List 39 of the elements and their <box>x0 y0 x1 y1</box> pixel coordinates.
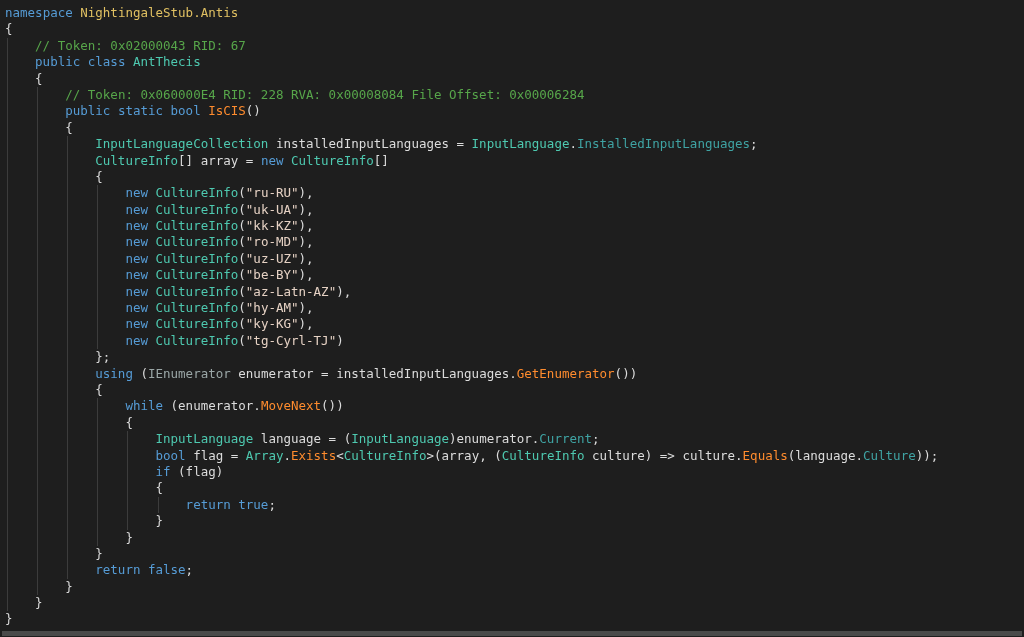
code-line: } <box>95 545 103 563</box>
code-line: { <box>95 168 103 186</box>
code-line: } <box>35 595 43 612</box>
code-line: } <box>5 611 13 628</box>
code-line: bool flag = Array.Exists<CultureInfo>(array, (CultureInfo culture) => culture.Equals(language.Culture)); <box>155 447 939 464</box>
code-line: { <box>65 119 73 137</box>
code-line: return true; <box>185 496 276 514</box>
code-line: { <box>155 480 164 497</box>
code-line: using (IEnumerator enumerator = installedInputLanguages.GetEnumerator()) <box>95 365 638 382</box>
code-line: new CultureInfo("uk-UA"), <box>125 201 314 219</box>
code-line: new CultureInfo("hy-AM"), <box>125 300 314 317</box>
code-line: new CultureInfo("be-BY"), <box>125 267 314 284</box>
code-line: // Token: 0x02000043 RID: 67 <box>35 37 246 55</box>
horizontal-scrollbar[interactable] <box>2 631 1022 636</box>
code-line: InputLanguageCollection installedInputLanguages = InputLanguage.InstalledInputLanguages; <box>95 136 758 153</box>
code-line: CultureInfo[] array = new CultureInfo[] <box>95 152 389 169</box>
code-line: { <box>95 382 103 399</box>
code-line: { <box>125 414 133 432</box>
code-line: new CultureInfo("tg-Cyrl-TJ") <box>125 332 344 350</box>
code-line: while (enumerator.MoveNext()) <box>125 398 344 415</box>
code-line: new CultureInfo("ky-KG"), <box>125 316 314 333</box>
code-line: new CultureInfo("kk-KZ"), <box>125 218 314 235</box>
code-line: }; <box>95 349 111 366</box>
code-line: // Token: 0x060000E4 RID: 228 RVA: 0x00008084 File Offset: 0x00006284 <box>65 86 585 104</box>
code-line: public static bool IsCIS() <box>65 103 261 120</box>
code-line: } <box>125 529 133 546</box>
code-line: return false; <box>95 562 194 579</box>
code-line: } <box>155 513 164 530</box>
code-line: new CultureInfo("az-Latn-AZ"), <box>125 283 352 301</box>
code-line: if (flag) <box>155 463 224 481</box>
code-line: InputLanguage language = (InputLanguage)enumerator.Current; <box>155 431 600 448</box>
code-line: new CultureInfo("ro-MD"), <box>125 234 314 251</box>
code-line: } <box>65 578 73 596</box>
code-line: new CultureInfo("ru-RU"), <box>125 185 314 202</box>
code-line: { <box>5 21 13 38</box>
code-line: namespace NightingaleStub.Antis <box>5 5 239 22</box>
code-line: { <box>35 70 43 87</box>
code-line: new CultureInfo("uz-UZ"), <box>125 250 314 268</box>
code-line: public class AntThecis <box>35 54 201 71</box>
